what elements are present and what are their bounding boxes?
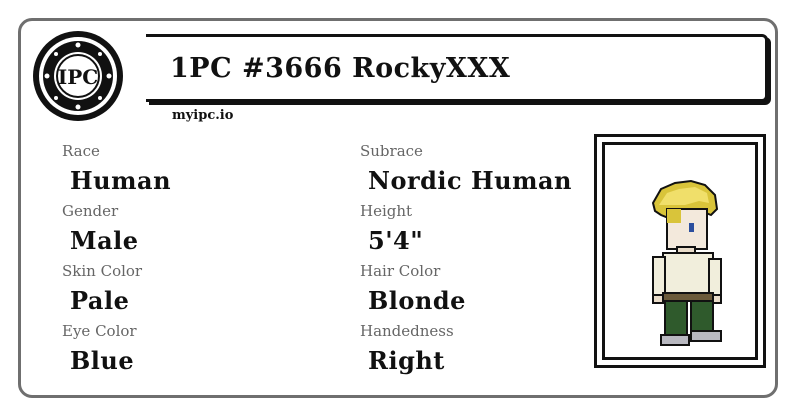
svg-text:IPC: IPC [58, 65, 98, 89]
subrace-label: Subrace [360, 142, 423, 160]
height-label: Height [360, 202, 413, 220]
title-banner: 1PC #3666 RockyXXX [146, 34, 768, 102]
handedness-label: Handedness [360, 322, 454, 340]
race-label: Race [62, 142, 100, 160]
handedness-value: Right [368, 346, 445, 375]
portrait-inner-frame [602, 142, 758, 360]
height-value: 5'4" [368, 226, 424, 255]
subrace-value: Nordic Human [368, 166, 572, 195]
hair-color-value: Blonde [368, 286, 466, 315]
pixel-character-icon [651, 179, 722, 346]
portrait-frame [594, 134, 766, 368]
skin-color-value: Pale [70, 286, 130, 315]
skin-color-label: Skin Color [62, 262, 143, 280]
eye-color-label: Eye Color [62, 322, 137, 340]
eye-color-value: Blue [70, 346, 135, 375]
hair-color-label: Hair Color [360, 262, 441, 280]
gender-value: Male [70, 226, 139, 255]
card-title: 1PC #3666 RockyXXX [170, 53, 511, 84]
gender-label: Gender [62, 202, 119, 220]
site-link[interactable]: myipc.io [172, 108, 233, 123]
race-value: Human [70, 166, 172, 195]
ipc-seal-logo: IPC [33, 31, 123, 121]
